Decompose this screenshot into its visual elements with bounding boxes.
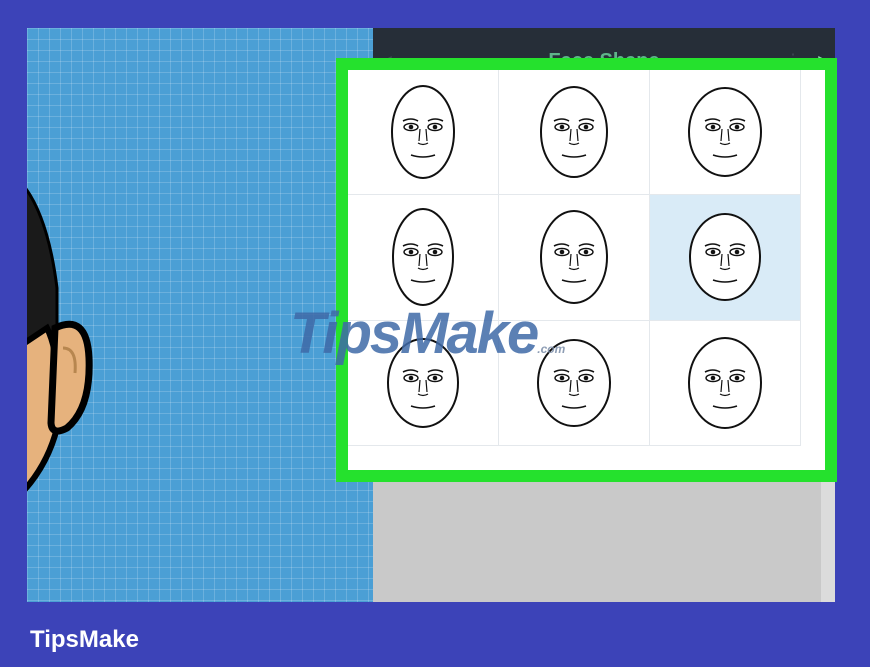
face-shape-option[interactable]	[348, 70, 499, 196]
avatar-ear	[47, 320, 93, 435]
face-shape-grid	[348, 70, 801, 446]
face-outline-icon	[688, 336, 762, 429]
face-outline-icon	[391, 85, 455, 180]
face-outline-icon	[540, 86, 608, 179]
face-outline-icon	[688, 87, 762, 178]
face-outline-icon	[540, 210, 608, 305]
face-shape-option[interactable]	[650, 70, 801, 196]
footer-brand: TipsMake	[30, 626, 139, 653]
face-outline-icon	[689, 213, 761, 302]
face-shape-option[interactable]	[650, 320, 801, 446]
watermark: TipsMake.com	[290, 301, 566, 366]
face-shape-option[interactable]	[650, 195, 801, 321]
face-shape-option[interactable]	[499, 70, 650, 196]
face-outline-icon	[392, 208, 454, 307]
face-shape-grid-highlight	[336, 58, 837, 482]
